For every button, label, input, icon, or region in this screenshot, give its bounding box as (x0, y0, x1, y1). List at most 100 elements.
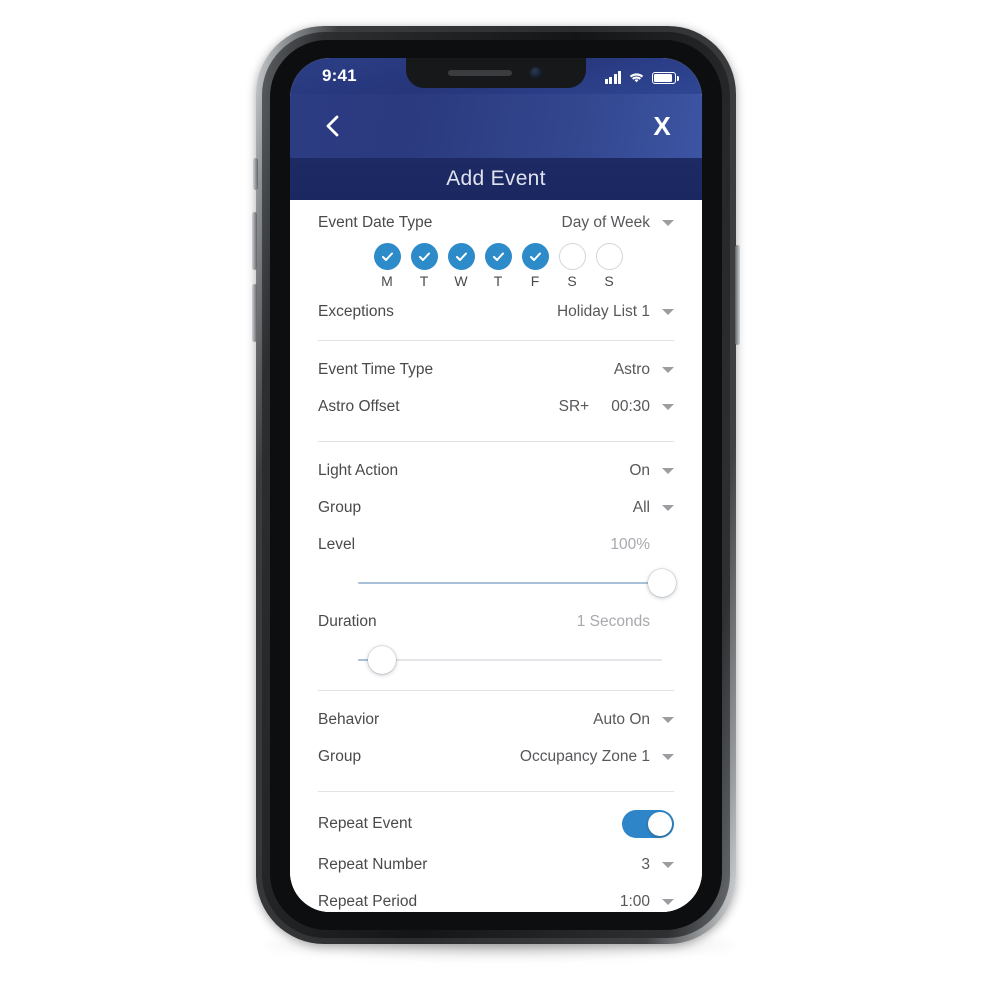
row-repeat-period[interactable]: Repeat Period 1:00 (318, 883, 674, 912)
day-toggle-mon[interactable]: M (372, 243, 402, 289)
chevron-down-icon[interactable] (662, 308, 674, 315)
day-toggle-sun[interactable]: S (594, 243, 624, 289)
wifi-icon (629, 73, 644, 83)
label-event-time-type: Event Time Type (318, 360, 434, 378)
chevron-down-icon[interactable] (662, 366, 674, 373)
row-light-group[interactable]: Group All (318, 489, 674, 526)
row-light-action[interactable]: Light Action On (318, 452, 674, 489)
label-behavior: Behavior (318, 710, 380, 728)
chevron-down-icon[interactable] (662, 861, 674, 868)
check-icon (492, 252, 504, 261)
day-circle-selected (521, 243, 549, 270)
day-circle-selected (410, 243, 438, 270)
value-behavior-group: Occupancy Zone 1 (519, 747, 650, 765)
battery-icon (652, 72, 680, 84)
day-circle-unselected (595, 243, 623, 270)
label-repeat-period: Repeat Period (318, 892, 418, 910)
value-astro-offset-time: 00:30 (611, 397, 650, 415)
row-repeat-event[interactable]: Repeat Event (318, 802, 674, 846)
phone-notch (406, 58, 586, 88)
level-slider-thumb[interactable] (648, 569, 676, 597)
row-event-time-type[interactable]: Event Time Type Astro (318, 351, 674, 388)
chevron-down-icon[interactable] (662, 403, 674, 410)
label-event-date-type: Event Date Type (318, 213, 433, 231)
chevron-left-icon (326, 115, 338, 137)
label-repeat-number: Repeat Number (318, 855, 428, 873)
day-toggle-fri[interactable]: F (520, 243, 550, 289)
duration-slider-track (358, 659, 662, 661)
close-button[interactable]: X (640, 104, 684, 148)
label-level: Level (318, 535, 356, 553)
day-circle-selected (484, 243, 512, 270)
label-astro-offset: Astro Offset (318, 397, 400, 415)
day-label: S (567, 273, 577, 289)
row-behavior-group[interactable]: Group Occupancy Zone 1 (318, 738, 674, 775)
screenshot-stage: 9:41 X Add Event Event Date Type Day of … (0, 0, 1000, 1000)
chevron-down-icon[interactable] (662, 898, 674, 905)
label-light-action: Light Action (318, 461, 399, 479)
value-repeat-period: 1:00 (619, 892, 650, 910)
duration-slider[interactable] (358, 640, 662, 680)
page-title: Add Event (446, 167, 546, 190)
label-exceptions: Exceptions (318, 302, 394, 320)
level-slider-fill (358, 582, 662, 584)
phone-screen: 9:41 X Add Event Event Date Type Day of … (290, 58, 702, 912)
value-light-action: On (629, 461, 650, 479)
section-repeat: Repeat Event Repeat Number 3 Repeat Peri… (318, 792, 674, 912)
row-level: Level 100% (318, 526, 674, 563)
value-behavior: Auto On (593, 710, 650, 728)
repeat-event-toggle[interactable] (622, 810, 674, 838)
mute-switch-button[interactable] (253, 158, 258, 190)
check-icon (381, 252, 393, 261)
section-event-date: Event Date Type Day of Week M T W T F S … (318, 200, 674, 340)
duration-slider-thumb[interactable] (368, 646, 397, 674)
day-toggle-wed[interactable]: W (446, 243, 476, 289)
back-button[interactable] (310, 104, 354, 148)
label-duration: Duration (318, 612, 377, 630)
label-repeat-event: Repeat Event (318, 815, 412, 832)
front-camera-icon (530, 67, 542, 79)
volume-down-button[interactable] (252, 284, 257, 342)
row-exceptions[interactable]: Exceptions Holiday List 1 (318, 293, 674, 330)
signal-icon (604, 71, 621, 84)
day-circle-selected (373, 243, 401, 270)
row-astro-offset[interactable]: Astro Offset SR+ 00:30 (318, 388, 674, 425)
section-event-time: Event Time Type Astro Astro Offset SR+ 0… (318, 341, 674, 441)
check-icon (418, 252, 430, 261)
power-button[interactable] (735, 245, 740, 345)
day-label: M (381, 273, 393, 289)
day-toggle-sat[interactable]: S (557, 243, 587, 289)
check-icon (455, 252, 467, 261)
row-duration: Duration 1 Seconds (318, 603, 674, 640)
section-light-action: Light Action On Group All Level 100% Dur… (318, 442, 676, 690)
nav-bar: X (290, 94, 702, 158)
day-toggle-thu[interactable]: T (483, 243, 513, 289)
day-label: W (454, 273, 468, 289)
row-behavior[interactable]: Behavior Auto On (318, 701, 674, 738)
close-icon: X (653, 111, 671, 141)
row-event-date-type[interactable]: Event Date Type Day of Week (318, 204, 674, 241)
chevron-down-icon[interactable] (662, 504, 674, 511)
chevron-down-icon[interactable] (662, 219, 674, 226)
day-toggle-tue[interactable]: T (409, 243, 439, 289)
event-form: Event Date Type Day of Week M T W T F S … (290, 200, 702, 912)
value-level: 100% (610, 535, 650, 553)
chevron-down-icon[interactable] (662, 716, 674, 723)
chevron-down-icon[interactable] (662, 467, 674, 474)
day-label: S (604, 273, 614, 289)
volume-up-button[interactable] (252, 212, 257, 270)
level-slider[interactable] (358, 563, 676, 603)
status-icons (604, 67, 680, 84)
label-light-group: Group (318, 498, 362, 516)
status-time: 9:41 (322, 66, 357, 85)
day-label: T (419, 273, 429, 289)
section-behavior: Behavior Auto On Group Occupancy Zone 1 (318, 691, 674, 791)
day-label: T (493, 273, 503, 289)
earpiece-speaker (448, 70, 512, 76)
day-circle-selected (447, 243, 475, 270)
row-repeat-number[interactable]: Repeat Number 3 (318, 846, 674, 883)
chevron-down-icon[interactable] (662, 753, 674, 760)
value-repeat-number: 3 (641, 855, 650, 873)
day-of-week-selector: M T W T F S S (318, 243, 674, 289)
value-astro-offset-direction: SR+ (558, 397, 590, 415)
